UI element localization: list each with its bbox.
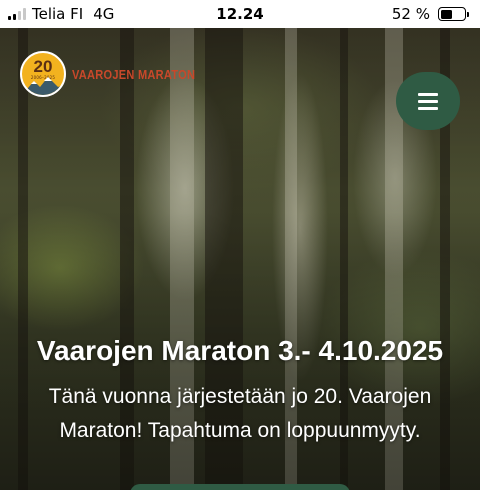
hero-text: Tänä vuonna järjestetään jo 20. Vaarojen… xyxy=(48,385,432,442)
hero-title: Vaarojen Maraton 3.- 4.10.2025 xyxy=(36,335,444,366)
hamburger-icon xyxy=(418,106,438,110)
battery-icon xyxy=(438,7,469,21)
status-bar: Telia FI 4G 12.24 52 % xyxy=(0,0,480,28)
status-right: 52 % xyxy=(391,5,469,23)
battery-percent: 52 % xyxy=(391,5,430,23)
hamburger-icon xyxy=(418,99,438,103)
logo-name: VAAROJEN MARATON xyxy=(72,66,196,82)
logo-badge: 20 2006–2025 xyxy=(20,51,66,97)
site-logo[interactable]: 20 2006–2025 VAAROJEN MARATON xyxy=(20,51,217,97)
cta-button[interactable] xyxy=(130,484,350,490)
menu-button[interactable] xyxy=(396,72,460,130)
mountain-icon xyxy=(22,77,64,95)
hamburger-icon xyxy=(418,92,438,96)
battery-fill xyxy=(440,9,453,19)
